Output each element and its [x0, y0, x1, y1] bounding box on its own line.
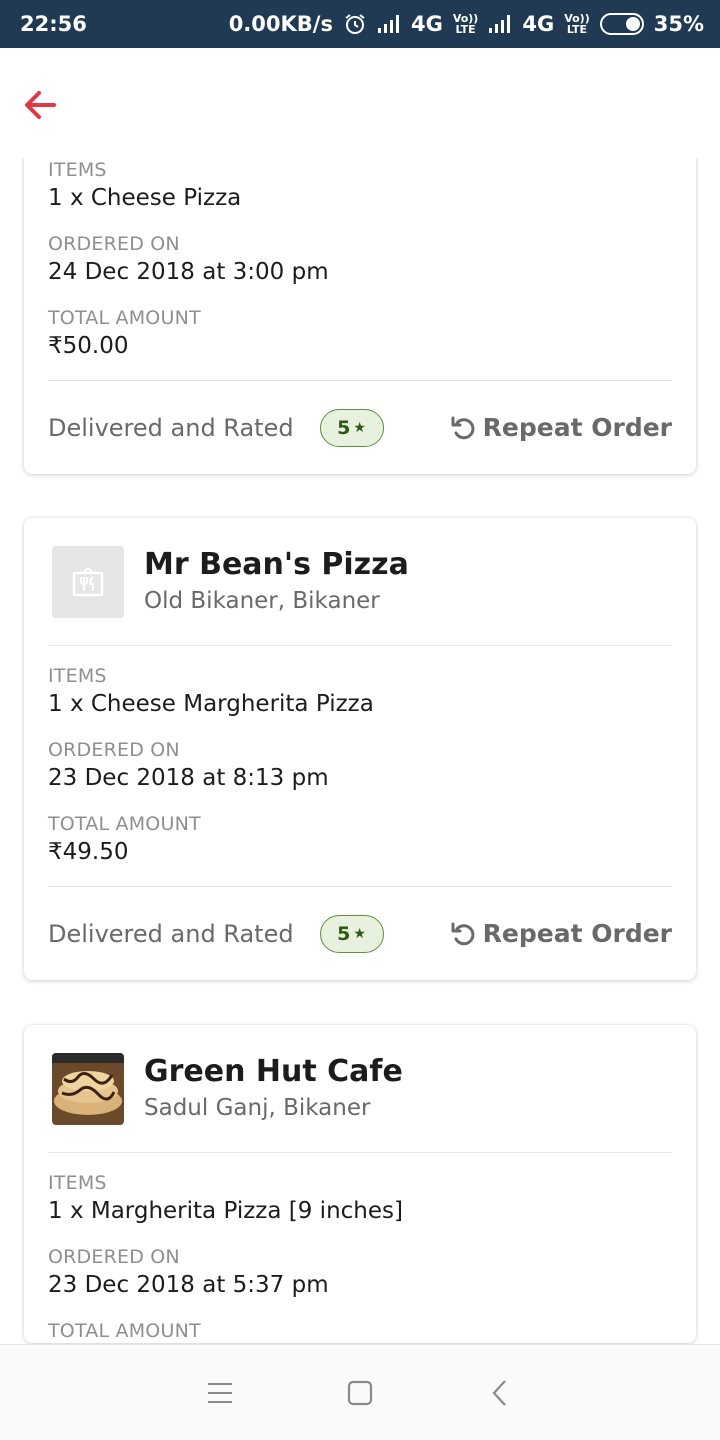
menu-button[interactable] [190, 1363, 250, 1423]
ordered-on-value: 23 Dec 2018 at 8:13 pm [48, 765, 329, 791]
app-header [0, 48, 720, 158]
status-icons: 0.00KB/s 4G Vo)) LTE 4G Vo)) LTE 35% [229, 12, 704, 36]
rating-value: 5 [337, 922, 351, 945]
system-nav-bar [0, 1344, 720, 1440]
volte-bottom-text: LTE [566, 23, 588, 36]
order-details: ITEMS 1 x Margherita Pizza [9 inches] OR… [48, 1153, 672, 1343]
order-status: Delivered and Rated [48, 413, 294, 442]
alarm-icon [343, 12, 367, 36]
star-icon: ★ [353, 419, 366, 436]
order-status: Delivered and Rated [48, 919, 294, 948]
order-footer: Delivered and Rated 5 ★ Repeat Order [48, 380, 672, 474]
restaurant-name: Green Hut Cafe [144, 1053, 403, 1089]
menu-icon [208, 1382, 232, 1403]
back-button[interactable] [20, 84, 62, 126]
repeat-order-button[interactable]: Repeat Order [449, 919, 672, 948]
order-details: ITEMS 1 x Cheese Margherita Pizza ORDERE… [48, 646, 672, 868]
order-details: ITEMS 1 x Cheese Pizza ORDERED ON 24 Dec… [48, 158, 672, 362]
signal-icon [377, 14, 401, 34]
items-value: 1 x Cheese Pizza [48, 185, 242, 211]
repeat-order-label: Repeat Order [482, 919, 672, 948]
items-label: ITEMS [48, 665, 107, 687]
rating-badge: 5 ★ [319, 914, 384, 953]
status-time: 22:56 [20, 12, 87, 36]
arrow-left-icon [25, 91, 56, 119]
repeat-icon [451, 922, 475, 945]
back-chevron-icon [492, 1379, 506, 1406]
rating-value: 5 [337, 416, 351, 439]
volte-icon: Vo)) LTE [564, 13, 590, 35]
volte-icon: Vo)) LTE [453, 13, 479, 35]
restaurant-row[interactable]: Green Hut Cafe Sadul Ganj, Bikaner [48, 1025, 672, 1153]
signal-icon [488, 14, 512, 34]
total-amount-value: ₹50.00 [48, 333, 129, 359]
volte-bottom-text: LTE [455, 23, 476, 36]
restaurant-placeholder-icon [52, 545, 124, 618]
items-value: 1 x Margherita Pizza [9 inches] [48, 1198, 403, 1224]
network-speed: 0.00KB/s [228, 12, 333, 36]
network-type-1: 4G [410, 12, 443, 36]
total-amount-value: ₹49.50 [48, 839, 129, 865]
ordered-on-value: 24 Dec 2018 at 3:00 pm [48, 259, 329, 285]
restaurant-location: Old Bikaner, Bikaner [144, 587, 380, 614]
home-square-icon [347, 1380, 373, 1405]
ordered-on-label: ORDERED ON [48, 739, 180, 761]
orders-list[interactable]: ITEMS 1 x Cheese Pizza ORDERED ON 24 Dec… [0, 158, 720, 1344]
items-label: ITEMS [48, 1172, 107, 1194]
network-type-2: 4G [522, 12, 555, 36]
rating-badge: 5 ★ [319, 408, 384, 447]
restaurant-row[interactable]: Mr Bean's Pizza Old Bikaner, Bikaner [48, 518, 672, 646]
order-footer: Delivered and Rated 5 ★ Repeat Order [48, 886, 672, 980]
total-amount-label: TOTAL AMOUNT [48, 307, 201, 329]
battery-toggle-icon [599, 13, 644, 35]
status-bar: 22:56 0.00KB/s 4G Vo)) LTE 4G Vo)) LTE 3… [0, 0, 720, 48]
star-icon: ★ [353, 925, 366, 942]
restaurant-location: Sadul Ganj, Bikaner [144, 1094, 371, 1121]
battery-percent: 35% [653, 12, 704, 36]
total-amount-label: TOTAL AMOUNT [48, 813, 201, 835]
ordered-on-label: ORDERED ON [48, 233, 180, 255]
items-label: ITEMS [48, 159, 107, 181]
ordered-on-label: ORDERED ON [48, 1246, 180, 1268]
total-amount-label: TOTAL AMOUNT [48, 1320, 201, 1342]
order-card: Mr Bean's Pizza Old Bikaner, Bikaner ITE… [24, 518, 696, 980]
repeat-order-label: Repeat Order [482, 413, 672, 442]
order-card: Green Hut Cafe Sadul Ganj, Bikaner ITEMS… [24, 1025, 696, 1343]
items-value: 1 x Cheese Margherita Pizza [48, 691, 374, 717]
ordered-on-value: 23 Dec 2018 at 5:37 pm [48, 1272, 329, 1298]
home-button[interactable] [330, 1363, 390, 1423]
order-card: ITEMS 1 x Cheese Pizza ORDERED ON 24 Dec… [24, 158, 696, 474]
food-photo [52, 1052, 124, 1125]
restaurant-name: Mr Bean's Pizza [144, 546, 409, 582]
system-back-button[interactable] [470, 1363, 530, 1423]
repeat-icon [451, 416, 475, 439]
repeat-order-button[interactable]: Repeat Order [449, 413, 672, 442]
